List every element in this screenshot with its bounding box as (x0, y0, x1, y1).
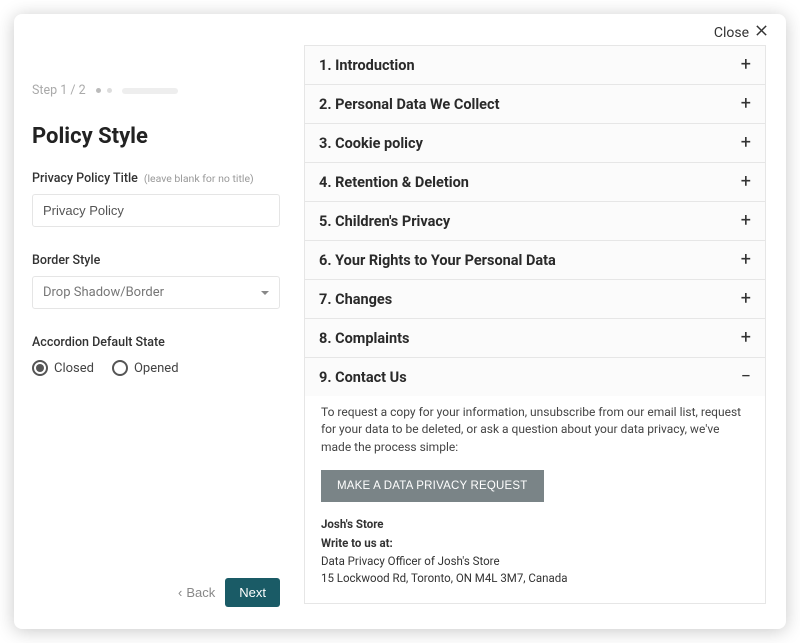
accordion-header[interactable]: 7. Changes + (305, 280, 765, 318)
title-label: Privacy Policy Title (32, 171, 138, 186)
close-label: Close (714, 25, 749, 41)
accordion-header[interactable]: 1. Introduction + (305, 46, 765, 84)
accordion-item: 7. Changes + (304, 280, 766, 319)
title-hint: (leave blank for no title) (144, 172, 254, 185)
radio-opened[interactable]: Opened (112, 360, 179, 376)
accordion-title: 9. Contact Us (319, 369, 407, 386)
accordion-header[interactable]: 9. Contact Us − (305, 358, 765, 396)
plus-icon: + (741, 329, 751, 347)
accordion-state-label: Accordion Default State (32, 335, 165, 350)
step-dot-active (96, 88, 101, 93)
plus-icon: + (741, 173, 751, 191)
page-title: Policy Style (32, 124, 280, 149)
chevron-left-icon: ‹ (178, 585, 182, 600)
accordion-title: 4. Retention & Deletion (319, 174, 469, 191)
radio-closed[interactable]: Closed (32, 360, 94, 376)
radio-icon-unchecked (112, 360, 128, 376)
step-dot-inactive (107, 88, 112, 93)
step-indicator: Step 1 / 2 (32, 83, 280, 98)
accordion-title: 6. Your Rights to Your Personal Data (319, 252, 556, 269)
accordion-header[interactable]: 8. Complaints + (305, 319, 765, 357)
border-label: Border Style (32, 253, 100, 268)
contact-intro: To request a copy for your information, … (321, 404, 749, 456)
back-button[interactable]: ‹ Back (178, 585, 215, 600)
contact-block: Josh's Store Write to us at:Data Privacy … (321, 516, 749, 587)
accordion-title: 8. Complaints (319, 330, 409, 347)
accordion-item: 3. Cookie policy + (304, 124, 766, 163)
plus-icon: + (741, 134, 751, 152)
plus-icon: + (741, 212, 751, 230)
accordion-header[interactable]: 4. Retention & Deletion + (305, 163, 765, 201)
plus-icon: + (741, 56, 751, 74)
settings-panel: Step 1 / 2 Policy Style Privacy Policy T… (32, 45, 280, 611)
accordion-body: To request a copy for your information, … (305, 396, 765, 603)
title-field: Privacy Policy Title (leave blank for no… (32, 171, 280, 227)
plus-icon: + (741, 290, 751, 308)
step-progress-bar (122, 88, 178, 94)
accordion-item: 5. Children's Privacy + (304, 202, 766, 241)
accordion-title: 1. Introduction (319, 57, 415, 74)
accordion-item: 6. Your Rights to Your Personal Data + (304, 241, 766, 280)
accordion-title: 5. Children's Privacy (319, 213, 450, 230)
policy-preview: 1. Introduction +2. Personal Data We Coll… (304, 45, 768, 611)
officer-line: Data Privacy Officer of Josh's Store (321, 553, 749, 570)
border-field: Border Style Drop Shadow/Border (32, 249, 280, 309)
accordion-state-field: Accordion Default State Closed Opened (32, 331, 280, 376)
step-dots (96, 88, 112, 93)
store-name: Josh's Store (321, 516, 749, 533)
radio-icon-checked (32, 360, 48, 376)
close-icon (755, 24, 768, 41)
minus-icon: − (741, 368, 751, 386)
accordion-item: 2. Personal Data We Collect + (304, 85, 766, 124)
wizard-footer: ‹ Back Next (32, 558, 280, 611)
accordion-title: 2. Personal Data We Collect (319, 96, 499, 113)
accordion-item: 8. Complaints + (304, 319, 766, 358)
accordion-item: 4. Retention & Deletion + (304, 163, 766, 202)
back-label: Back (186, 585, 215, 600)
radio-closed-label: Closed (54, 361, 94, 376)
privacy-request-button[interactable]: MAKE A DATA PRIVACY REQUEST (321, 470, 544, 502)
address-line: 15 Lockwood Rd, Toronto, ON M4L 3M7, Can… (321, 570, 749, 587)
plus-icon: + (741, 251, 751, 269)
step-text: Step 1 / 2 (32, 83, 86, 98)
accordion-header[interactable]: 2. Personal Data We Collect + (305, 85, 765, 123)
title-input[interactable] (32, 194, 280, 227)
plus-icon: + (741, 95, 751, 113)
policy-style-modal: Close Step 1 / 2 Policy Style Privacy Po… (14, 14, 786, 629)
next-button[interactable]: Next (225, 578, 280, 607)
border-select[interactable]: Drop Shadow/Border (32, 276, 280, 309)
accordion-title: 3. Cookie policy (319, 135, 423, 152)
accordion-header[interactable]: 6. Your Rights to Your Personal Data + (305, 241, 765, 279)
close-button[interactable]: Close (14, 14, 786, 45)
accordion-title: 7. Changes (319, 291, 392, 308)
radio-opened-label: Opened (134, 361, 179, 376)
accordion-item: 1. Introduction + (304, 45, 766, 85)
accordion: 1. Introduction +2. Personal Data We Coll… (304, 45, 766, 604)
accordion-header[interactable]: 3. Cookie policy + (305, 124, 765, 162)
border-select-value: Drop Shadow/Border (43, 285, 164, 300)
accordion-item: 9. Contact Us − To request a copy for your… (304, 358, 766, 604)
accordion-header[interactable]: 5. Children's Privacy + (305, 202, 765, 240)
write-to-label: Write to us at: (321, 535, 749, 552)
chevron-down-icon (261, 291, 269, 295)
